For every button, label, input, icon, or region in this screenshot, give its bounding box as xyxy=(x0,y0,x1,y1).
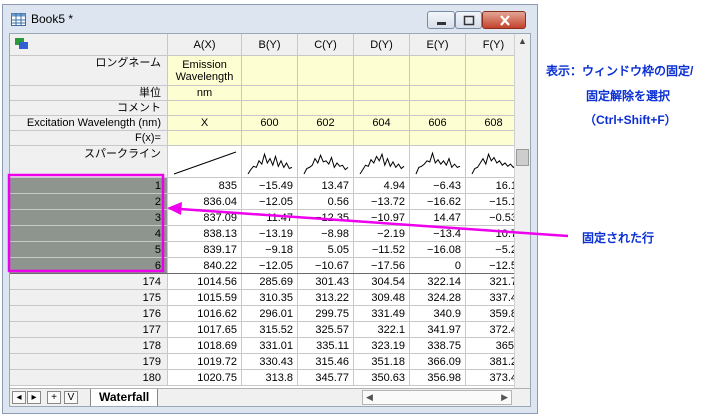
frozen-rows-label: 固定された行 xyxy=(582,231,655,245)
arrow-head xyxy=(167,202,182,215)
shortcut-note: （Ctrl+Shift+F） xyxy=(584,113,677,127)
annotation-arrow xyxy=(179,207,569,238)
menu-note-line2: 固定解除を選択 xyxy=(586,89,671,103)
frozen-rows-highlight xyxy=(7,173,165,273)
menu-note-line1: 表示：ウィンドウ枠の固定/ xyxy=(546,64,694,78)
